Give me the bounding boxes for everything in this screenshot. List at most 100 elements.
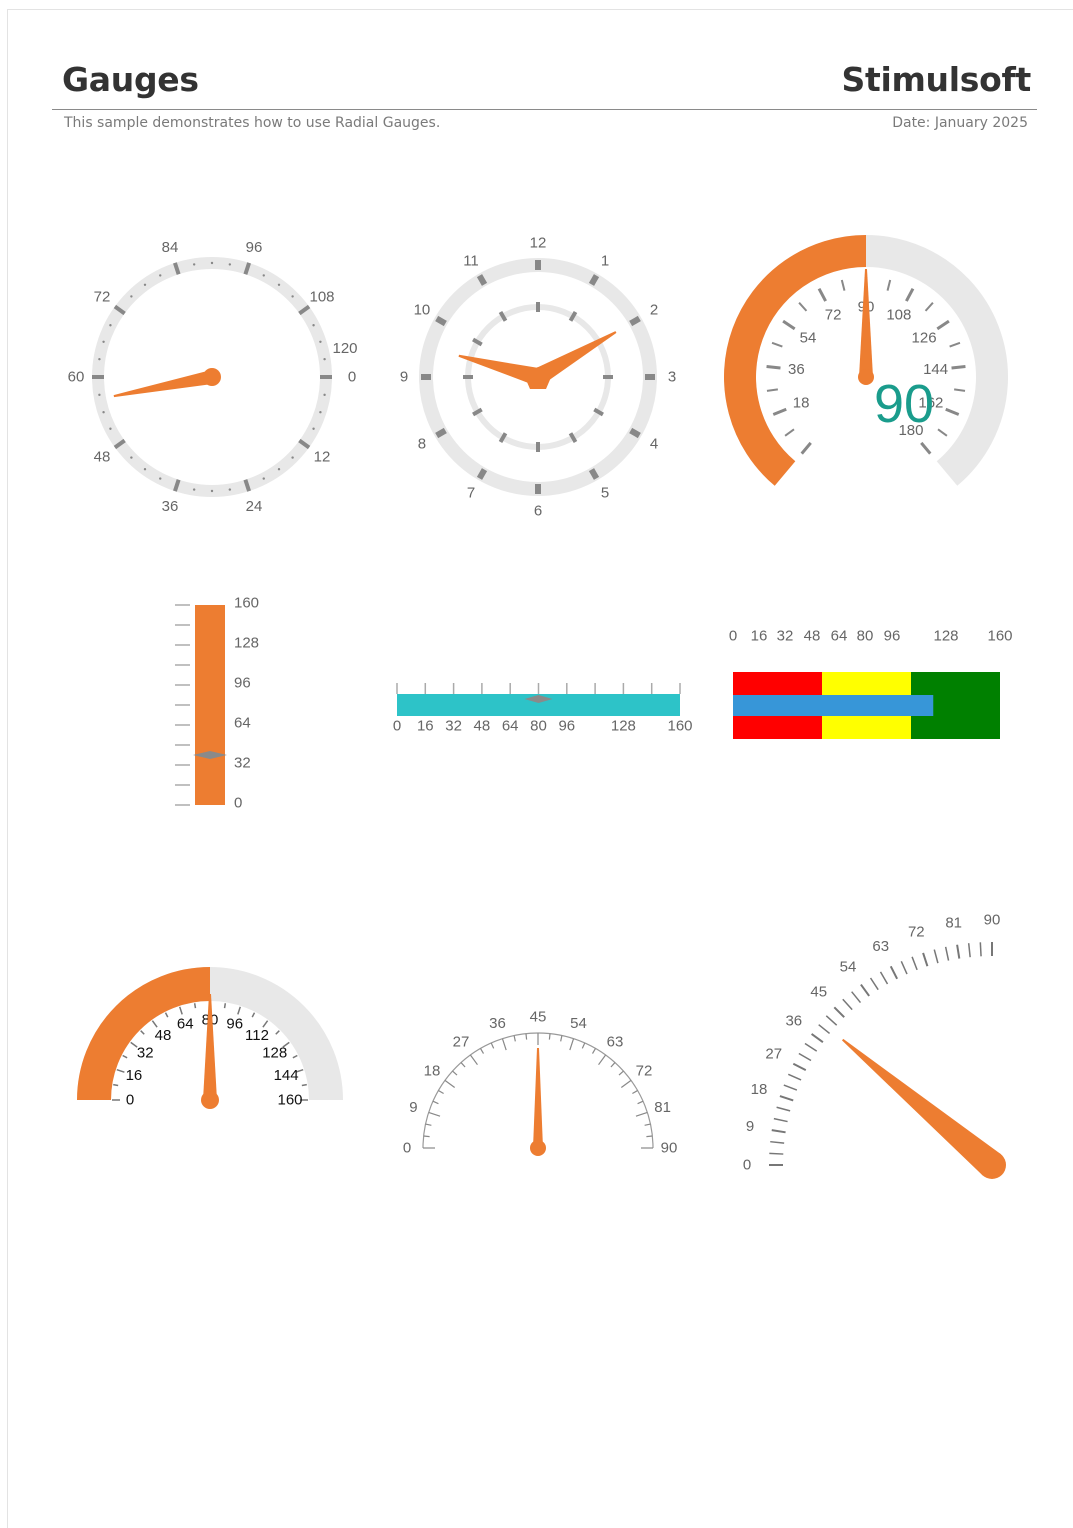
scale-label: 0 [126,1092,134,1109]
scale-label: 96 [558,718,575,735]
needle-cap [978,1151,1006,1179]
minor-dot [98,393,101,397]
scale-label: 96 [234,675,251,692]
major-tick [905,288,915,302]
scale-label: 0 [393,718,401,735]
scale-tick [179,1006,183,1015]
scale-label: 60 [68,369,85,386]
scale-tick [783,1084,798,1091]
scale-tick [773,1117,788,1123]
scale-label: 160 [234,595,259,612]
scale-label: 9 [409,1099,417,1116]
scale-label: 36 [489,1015,506,1032]
scale-tick [792,1062,807,1072]
scale-label: 16 [417,718,434,735]
scale-label: 36 [788,361,805,378]
needle [203,994,217,1100]
clock-label: 1 [601,252,609,269]
scale-label: 18 [751,1081,768,1098]
minor-tick [924,302,934,312]
gauge-horizontal-bar: 0 16 32 48 64 80 96 128 160 [393,683,693,735]
scale-label: 63 [872,938,889,955]
major-tick [766,365,781,370]
scale-tick [956,944,961,959]
scale-tick [770,1140,785,1144]
scale-label: 36 [162,498,179,515]
scale-label: 80 [530,718,547,735]
scale-label: 12 [314,448,331,465]
minor-dot [143,283,147,286]
gauge-circular-scale: 0 12 24 36 48 60 72 84 96 108 120 [68,239,358,515]
scale-label: 54 [840,958,857,975]
scale-label: 32 [234,755,251,772]
scale-tick [423,1135,430,1138]
minor-dot [277,283,281,286]
scale-tick [944,946,950,961]
scale-label: 0 [348,369,356,386]
scale-tick [598,1054,607,1066]
value-bar [733,695,934,716]
needle [841,1038,1001,1176]
scale-tick [632,1089,638,1095]
scale-tick [842,998,853,1011]
minor-tick [840,279,846,291]
scale-tick [140,1030,145,1035]
needle-cap [530,1140,546,1156]
scale-tick [428,1111,441,1117]
scale-tick [900,960,908,975]
minor-dot [192,488,196,491]
minor-dot [102,411,105,414]
scale-tick [933,949,939,964]
scale-label: 144 [274,1067,299,1084]
needle [533,1048,543,1148]
scale-tick [301,1083,307,1087]
scale-label: 108 [310,289,335,306]
scale-label: 160 [987,628,1012,645]
clock-label: 7 [467,485,475,502]
scale-label: 84 [162,239,179,256]
scale-label: 64 [502,718,519,735]
scale-label: 64 [831,628,848,645]
minor-dot [159,274,162,277]
minor-dot [262,274,265,277]
scale-label: 32 [445,718,462,735]
needle [113,370,214,398]
scale-label: 27 [765,1045,782,1062]
value-readout: 90 [874,374,934,434]
scale-tick [818,1024,831,1035]
scale-label: 112 [245,1027,269,1044]
minor-dot [98,357,101,361]
scale-tick [769,1152,784,1155]
value-bar [195,605,225,805]
scale-label: 128 [234,635,259,652]
scale-tick [776,1106,791,1112]
minor-tick [949,341,961,348]
scale-tick [833,1006,845,1018]
major-tick [800,441,812,455]
clock-label: 12 [530,235,547,252]
scale-tick [469,1054,478,1066]
scale-label: 16 [126,1067,143,1084]
scale-tick [432,1100,439,1105]
scale-tick [292,1054,298,1059]
minor-tick [953,388,966,392]
minor-dot [130,295,133,298]
scale-label: 48 [474,718,491,735]
scale-tick [825,1015,838,1026]
minor-dot [312,427,315,430]
scale-tick [889,965,899,980]
scale-label: 128 [611,718,636,735]
scale-tick [879,971,889,985]
scale-tick [116,1069,125,1073]
scale-tick [164,1012,169,1018]
scale-label: 0 [729,628,737,645]
scale-label: 9 [746,1118,754,1135]
scale-label: 18 [424,1063,441,1080]
scale-label: 45 [530,1009,547,1026]
scale-label: 96 [226,1015,243,1032]
minor-dot [319,411,322,414]
scale-label: 36 [785,1012,802,1029]
scale-label: 160 [277,1092,302,1109]
scale-label: 54 [800,329,817,346]
minor-dot [291,456,294,459]
